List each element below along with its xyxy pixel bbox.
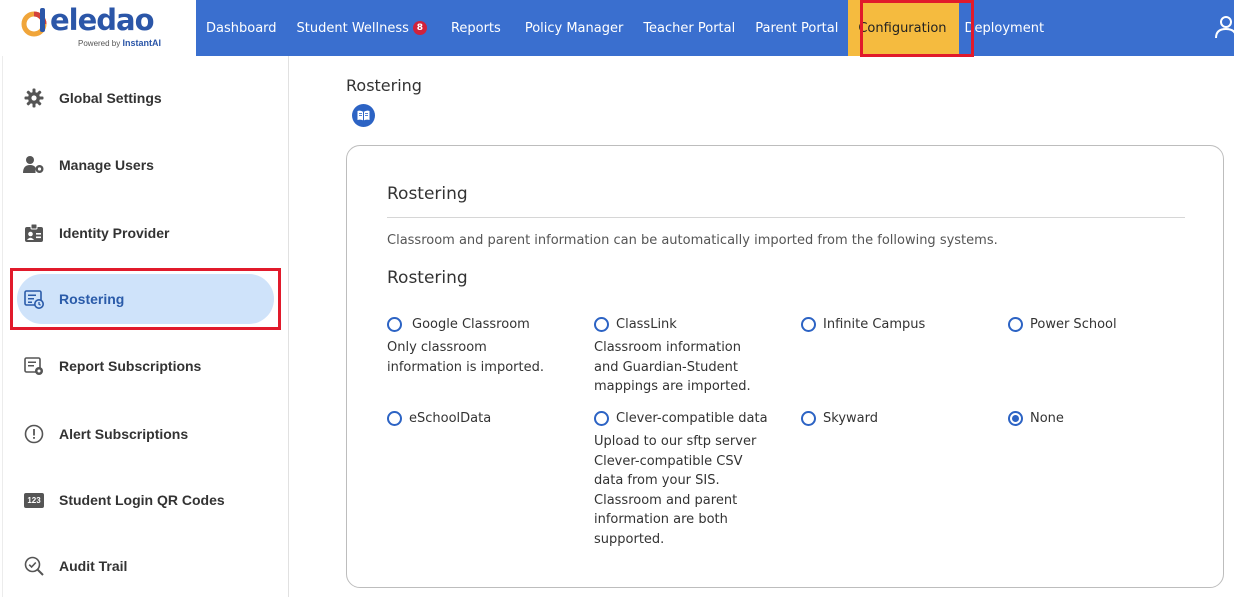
sidebar-item-label: Student Login QR Codes: [59, 492, 225, 508]
rostering-option-infinite-campus: Infinite Campus: [801, 316, 991, 332]
nav-parent-portal[interactable]: Parent Portal: [745, 0, 848, 56]
eschooldata-radio[interactable]: eSchoolData: [387, 410, 577, 426]
radio-button[interactable]: [801, 410, 816, 426]
sidebar-item-student-login-qr-codes[interactable]: 123 Student Login QR Codes: [3, 480, 289, 520]
option-label: eSchoolData: [409, 410, 492, 426]
infinite-campus-radio[interactable]: Infinite Campus: [801, 316, 991, 332]
nav-teacher-portal[interactable]: Teacher Portal: [633, 0, 745, 56]
rostering-option-eschooldata: eSchoolData: [387, 410, 577, 426]
nav-student-wellness[interactable]: Student Wellness 8: [287, 0, 439, 56]
card-description: Classroom and parent information can be …: [387, 233, 998, 248]
rostering-option-none: None: [1008, 410, 1198, 426]
rostering-option-power-school: Power School: [1008, 316, 1198, 332]
sidebar-item-label: Alert Subscriptions: [59, 426, 189, 442]
none-radio[interactable]: None: [1008, 410, 1198, 426]
power-school-radio[interactable]: Power School: [1008, 316, 1198, 332]
nav-dashboard[interactable]: Dashboard: [196, 0, 287, 56]
sidebar-item-report-subscriptions[interactable]: Report Subscriptions: [3, 346, 289, 386]
gear-icon: [23, 87, 45, 109]
brand-logo[interactable]: eledao Powered by InstantAI: [0, 0, 196, 56]
sidebar-item-alert-subscriptions[interactable]: Alert Subscriptions: [3, 414, 289, 454]
sidebar-item-label: Audit Trail: [59, 558, 128, 574]
rostering-option-clever-compatible-data: Clever-compatible data Upload to our sft…: [594, 410, 784, 549]
sidebar-item-label: Manage Users: [59, 157, 154, 173]
rostering-option-google-classroom: Google Classroom Only classroom informat…: [387, 316, 577, 377]
sidebar-item-identity-provider[interactable]: Identity Provider: [3, 213, 289, 253]
card-title: Rostering: [387, 184, 468, 204]
option-label: None: [1030, 410, 1064, 426]
sidebar-item-label: Identity Provider: [59, 225, 170, 241]
option-label: Power School: [1030, 316, 1117, 332]
brand-name: eledao: [50, 3, 155, 37]
clever-compatible-radio[interactable]: Clever-compatible data: [594, 410, 784, 426]
divider: [387, 217, 1185, 218]
sidebar-item-global-settings[interactable]: Global Settings: [3, 78, 289, 118]
option-description: Classroom information and Guardian-Stude…: [594, 340, 751, 394]
nav-reports[interactable]: Reports: [439, 0, 513, 56]
eledao-logo-mark-icon: [21, 8, 47, 37]
sidebar-item-label: Global Settings: [59, 90, 162, 106]
skyward-radio[interactable]: Skyward: [801, 410, 991, 426]
sidebar-item-audit-trail[interactable]: Audit Trail: [3, 546, 289, 586]
rostering-highlight-frame: [10, 268, 281, 330]
sidebar-item-label: Report Subscriptions: [59, 358, 202, 374]
powered-by-text: Powered by InstantAI: [78, 38, 161, 48]
google-classroom-radio[interactable]: Google Classroom: [387, 316, 577, 332]
users-gear-icon: [23, 154, 45, 176]
option-label: Clever-compatible data: [616, 410, 768, 426]
option-label: Skyward: [823, 410, 878, 426]
user-account-icon[interactable]: [1214, 14, 1234, 40]
open-book-icon: [357, 110, 370, 121]
number-123-icon: 123: [23, 489, 45, 511]
option-label: ClassLink: [616, 316, 677, 332]
option-description: Only classroom information is imported.: [387, 340, 544, 375]
rostering-option-classlink: ClassLink Classroom information and Guar…: [594, 316, 784, 397]
radio-button[interactable]: [594, 316, 609, 332]
rostering-option-skyward: Skyward: [801, 410, 991, 426]
configuration-highlight-frame: [860, 0, 974, 57]
report-gear-icon: [23, 355, 45, 377]
help-docs-button[interactable]: [352, 104, 375, 127]
radio-button[interactable]: [387, 316, 402, 332]
id-badge-icon: [23, 222, 45, 244]
rostering-section-heading: Rostering: [387, 268, 468, 288]
option-label: Google Classroom: [412, 316, 530, 332]
classlink-radio[interactable]: ClassLink: [594, 316, 784, 332]
option-description: Upload to our sftp server Clever-compati…: [594, 434, 757, 547]
radio-button[interactable]: [1008, 316, 1023, 332]
page-title: Rostering: [346, 76, 422, 95]
notification-badge: 8: [412, 21, 427, 35]
magnifier-check-icon: [23, 555, 45, 577]
radio-button[interactable]: [387, 410, 402, 426]
option-label: Infinite Campus: [823, 316, 926, 332]
alert-circle-icon: [23, 423, 45, 445]
top-navigation-bar: eledao Powered by InstantAI Dashboard St…: [0, 0, 1234, 57]
radio-button[interactable]: [801, 316, 816, 332]
rostering-card: Rostering Classroom and parent informati…: [346, 145, 1224, 588]
nav-policy-manager[interactable]: Policy Manager: [513, 0, 634, 56]
sidebar-item-manage-users[interactable]: Manage Users: [3, 145, 289, 185]
radio-button-selected[interactable]: [1008, 410, 1023, 426]
radio-button[interactable]: [594, 410, 609, 426]
